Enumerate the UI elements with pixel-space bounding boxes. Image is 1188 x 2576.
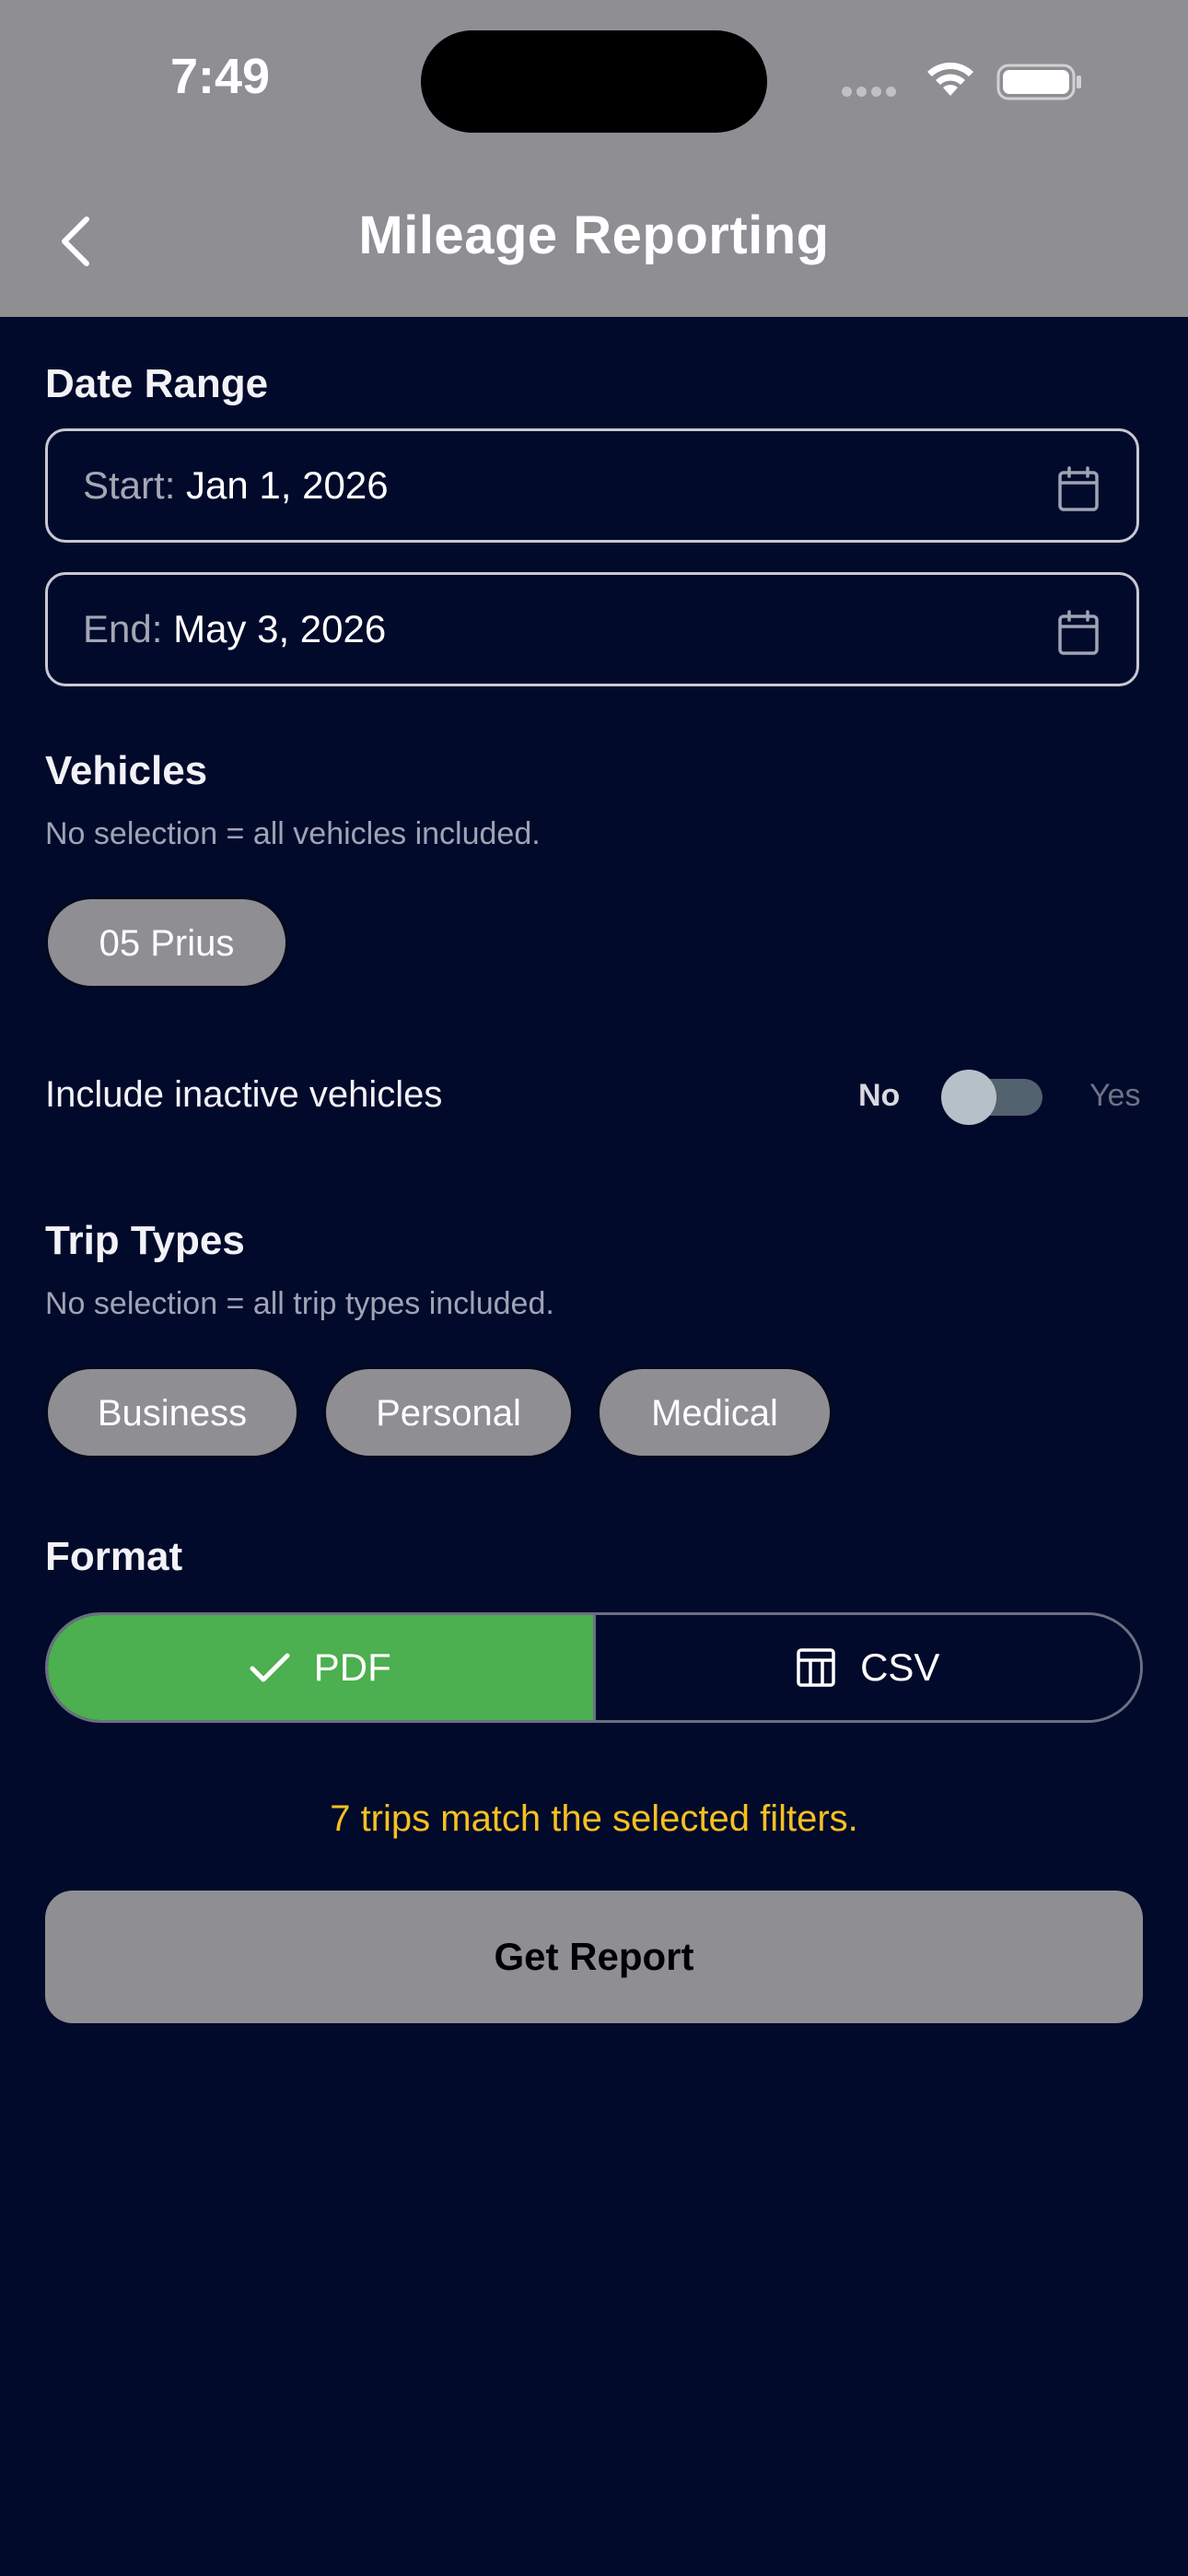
format-heading: Format [45,1534,183,1579]
switch-thumb [941,1070,996,1125]
inactive-vehicles-switch[interactable] [941,1070,1042,1125]
status-time: 7:49 [170,49,271,104]
format-option-pdf[interactable]: PDF [48,1615,596,1720]
start-date-prefix: Start: [83,463,176,507]
vehicle-chip[interactable]: 05 Prius [45,896,288,989]
trip-types-heading: Trip Types [45,1218,245,1263]
trip-type-chip-personal[interactable]: Personal [323,1366,574,1458]
toggle-off-label: No [858,1078,901,1113]
battery-icon [996,64,1081,100]
cellular-signal-icon [842,87,896,97]
toggle-on-label: Yes [1089,1078,1141,1113]
checkmark-icon [250,1653,290,1682]
vehicles-helper-text: No selection = all vehicles included. [45,816,541,851]
table-icon [797,1648,835,1687]
trip-types-helper-text: No selection = all trip types included. [45,1286,554,1321]
navigation-header: 7:49 Mileage Reporting [0,0,1188,317]
format-segmented-control: PDF CSV [45,1612,1143,1723]
format-option-pdf-label: PDF [313,1645,391,1689]
calendar-icon [1058,610,1099,655]
trip-type-chip-business[interactable]: Business [45,1366,299,1458]
end-date-value: May 3, 2026 [173,607,387,650]
wifi-icon [927,62,973,96]
inactive-vehicles-label: Include inactive vehicles [45,1074,443,1115]
trip-type-chip-medical[interactable]: Medical [597,1366,833,1458]
end-date-prefix: End: [83,607,163,650]
format-option-csv[interactable]: CSV [595,1615,1140,1720]
date-range-heading: Date Range [45,361,269,406]
calendar-icon [1058,466,1099,511]
format-option-csv-label: CSV [860,1645,940,1689]
vehicles-heading: Vehicles [45,748,208,793]
start-date-value: Jan 1, 2026 [186,463,389,507]
get-report-button[interactable]: Get Report [45,1891,1143,2023]
end-date-field[interactable]: End: May 3, 2026 [45,572,1139,686]
start-date-field[interactable]: Start: Jan 1, 2026 [45,428,1139,543]
match-count-text: 7 trips match the selected filters. [330,1798,858,1839]
dynamic-island [421,30,767,133]
page-title: Mileage Reporting [358,205,830,265]
